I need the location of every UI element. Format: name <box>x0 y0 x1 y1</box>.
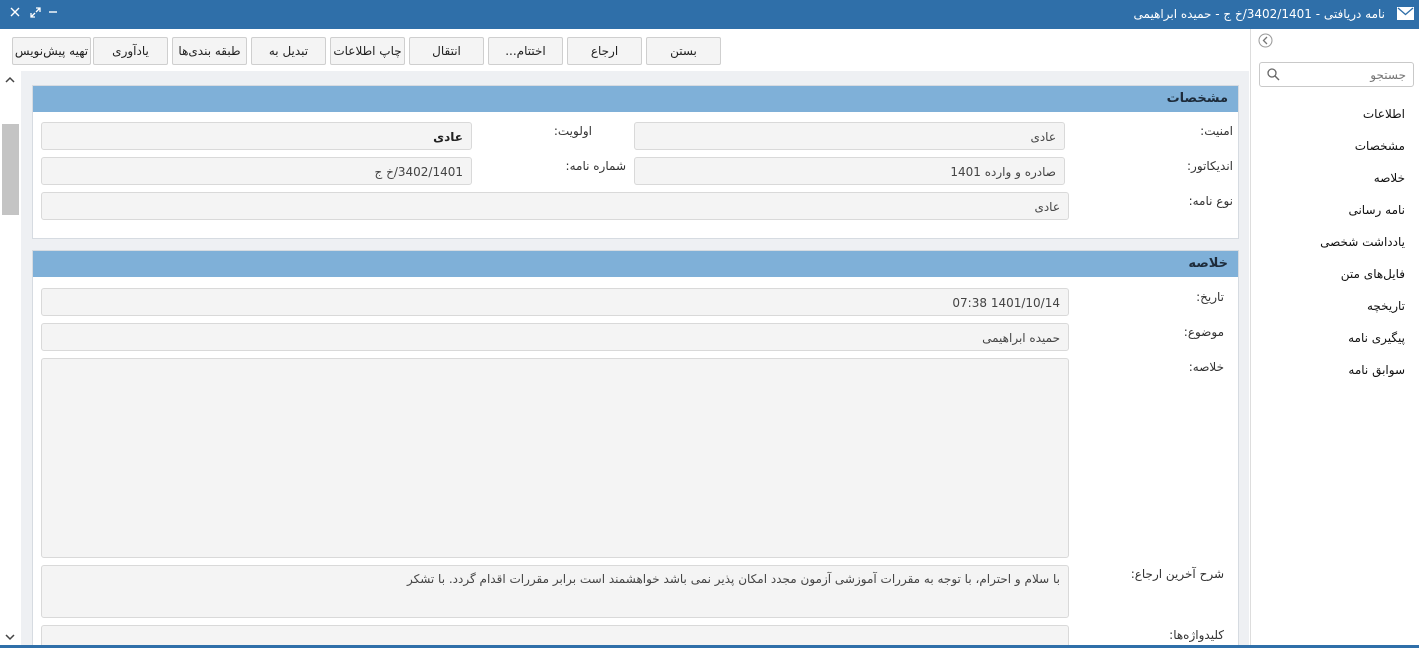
priority-label: اولویت: <box>553 124 592 138</box>
sidebar-item-follow-up[interactable]: پیگیری نامه <box>1348 331 1405 345</box>
vertical-scrollbar[interactable] <box>0 71 20 648</box>
sidebar-item-delivery[interactable]: نامه رسانی <box>1348 203 1405 217</box>
security-label: امنیت: <box>1200 124 1233 138</box>
last-referral-label: شرح آخرین ارجاع: <box>1130 567 1224 581</box>
sidebar: اطلاعات مشخصات خلاصه نامه رسانی یادداشت … <box>1250 29 1419 648</box>
classifications-button[interactable]: طبقه بندی‌ها <box>172 37 247 65</box>
letter-type-field[interactable]: عادی <box>41 192 1069 220</box>
last-referral-field[interactable]: با سلام و احترام، با توجه به مقررات آموز… <box>41 565 1069 618</box>
transfer-button[interactable]: انتقال <box>409 37 484 65</box>
window-title: نامه دریافتی - 3402/1401/خ ج - حمیده ابر… <box>1133 7 1385 21</box>
letter-number-field[interactable]: 3402/1401/خ ج <box>41 157 472 185</box>
scrollbar-thumb[interactable] <box>2 124 19 215</box>
close-icon[interactable] <box>6 4 24 22</box>
summary-label: خلاصه: <box>1188 360 1224 374</box>
sidebar-item-info[interactable]: اطلاعات <box>1363 107 1405 121</box>
specs-section: مشخصات امنیت: عادی اولویت: عادی اندیکاتو… <box>32 85 1239 239</box>
date-field[interactable]: 1401/10/14 07:38 <box>41 288 1069 316</box>
main-content: مشخصات امنیت: عادی اولویت: عادی اندیکاتو… <box>21 71 1249 648</box>
chevron-down-icon[interactable] <box>3 631 17 643</box>
convert-to-button[interactable]: تبدیل به <box>251 37 326 65</box>
security-field[interactable]: عادی <box>634 122 1065 150</box>
minimize-icon[interactable] <box>44 4 62 22</box>
chevron-up-icon[interactable] <box>3 74 17 86</box>
print-info-button[interactable]: چاپ اطلاعات <box>330 37 405 65</box>
keywords-label: کلیدواژه‌ها: <box>1169 628 1224 642</box>
sidebar-item-summary[interactable]: خلاصه <box>1374 171 1405 185</box>
letter-number-label: شماره نامه: <box>565 159 626 173</box>
search-input[interactable] <box>1286 65 1406 84</box>
summary-section: خلاصه تاریخ: 1401/10/14 07:38 موضوع: حمی… <box>32 250 1239 648</box>
search-icon <box>1267 68 1280 81</box>
close-button[interactable]: بستن <box>646 37 721 65</box>
refer-button[interactable]: ارجاع <box>567 37 642 65</box>
specs-header: مشخصات <box>33 86 1238 112</box>
letter-type-label: نوع نامه: <box>1188 194 1233 208</box>
indicator-field[interactable]: صادره و وارده 1401 <box>634 157 1065 185</box>
close-out-button[interactable]: اختتام... <box>488 37 563 65</box>
draft-button[interactable]: تهیه پیش‌نویس <box>12 37 91 65</box>
sidebar-item-specs[interactable]: مشخصات <box>1355 139 1405 153</box>
summary-header: خلاصه <box>33 251 1238 277</box>
indicator-label: اندیکاتور: <box>1187 159 1233 173</box>
maximize-icon[interactable] <box>26 4 44 22</box>
subject-field[interactable]: حمیده ابراهیمی <box>41 323 1069 351</box>
sidebar-item-history[interactable]: تاریخچه <box>1367 299 1405 313</box>
title-bar: نامه دریافتی - 3402/1401/خ ج - حمیده ابر… <box>0 0 1419 29</box>
sidebar-search[interactable] <box>1259 62 1414 87</box>
mail-icon <box>1397 7 1414 20</box>
collapse-icon[interactable] <box>1258 33 1273 48</box>
sidebar-item-text-files[interactable]: فایل‌های متن <box>1341 267 1405 281</box>
sidebar-item-letter-records[interactable]: سوابق نامه <box>1348 363 1405 377</box>
sidebar-item-personal-note[interactable]: یادداشت شخصی <box>1320 235 1405 249</box>
priority-field[interactable]: عادی <box>41 122 472 150</box>
subject-label: موضوع: <box>1183 325 1224 339</box>
reminder-button[interactable]: یادآوری <box>93 37 168 65</box>
date-label: تاریخ: <box>1196 290 1224 304</box>
summary-textarea[interactable] <box>41 358 1069 558</box>
